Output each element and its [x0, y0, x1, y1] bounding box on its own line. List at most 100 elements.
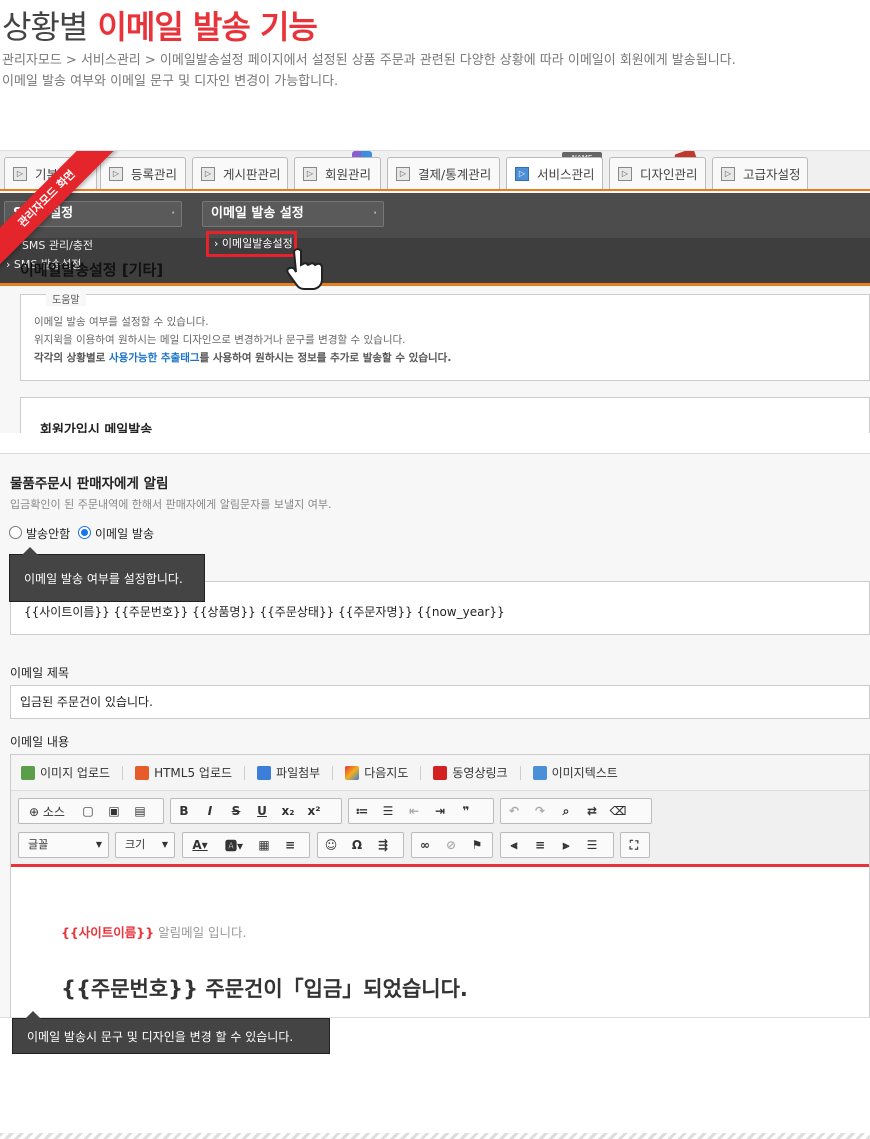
image-upload-label: 이미지 업로드 — [40, 766, 111, 780]
tab-arrow-icon: ▷ — [303, 166, 317, 181]
find-icon[interactable]: ⌕ — [553, 804, 579, 819]
tab-arrow-icon: ▷ — [13, 166, 27, 181]
link-icon[interactable]: ∞ — [412, 838, 438, 852]
anchor-flag-icon[interactable]: ⚑ — [464, 838, 490, 852]
tab-design[interactable]: ▷ 디자인관리 — [609, 157, 706, 189]
redo-icon[interactable]: ↷ — [527, 804, 553, 818]
admin-page-heading: 이메일발송설정 [기타] — [20, 261, 164, 279]
design-tooltip-text: 이메일 발송시 문구 및 디자인을 변경 할 수 있습니다. — [12, 1011, 330, 1054]
tab-arrow-icon: ▷ — [109, 166, 123, 181]
source-button[interactable]: ⊕ 소스 — [19, 803, 75, 820]
tab-label: 서비스관리 — [537, 167, 595, 182]
daum-map-button[interactable]: 다음지도 — [345, 764, 408, 781]
table-icon[interactable]: ▦ — [251, 838, 277, 852]
content-label: 이메일 내용 — [10, 735, 70, 749]
toolbar-group-list: ≔ ☰ ⇤ ⇥ ❞ — [348, 798, 494, 824]
tab-arrow-icon: ▷ — [201, 166, 215, 181]
outdent-icon[interactable]: ⇤ — [401, 804, 427, 818]
help-line-2: 위지윅을 이용하여 원하시는 메일 디자인으로 변경하거나 문구를 변경할 수 … — [34, 334, 406, 346]
toolbar-group-color: A▾ 🅰▾ ▦ ≡ — [182, 832, 310, 858]
blockquote-icon[interactable]: ❞ — [453, 804, 479, 818]
description-line-1: 관리자모드 > 서비스관리 > 이메일발송설정 페이지에서 설정된 상품 주문과… — [2, 53, 736, 68]
file-attach-button[interactable]: 파일첨부 — [257, 764, 320, 781]
underline-icon[interactable]: U — [249, 804, 275, 818]
radio-email-send-label: 이메일 발송 — [95, 527, 155, 541]
tab-register[interactable]: ▷ 등록관리 — [100, 157, 186, 189]
tab-advanced[interactable]: ▷ 고급자설정 — [712, 157, 808, 189]
bottom-divider — [0, 1133, 870, 1139]
template-icon[interactable]: ▤ — [127, 804, 153, 818]
tab-payment[interactable]: ▷ 결제/통계관리 — [387, 157, 500, 189]
radio-email-send[interactable] — [78, 526, 91, 539]
send-tooltip: 이메일 발송 여부를 설정합니다. — [9, 547, 205, 602]
site-name-suffix: 알림메일 입니다. — [154, 925, 247, 940]
subject-input[interactable]: 입금된 주문건이 있습니다. — [10, 685, 870, 719]
description-line-2: 이메일 발송 여부와 이메일 문구 및 디자인 변경이 가능합니다. — [2, 74, 339, 89]
image-upload-button[interactable]: 이미지 업로드 — [21, 764, 110, 781]
tab-arrow-icon: ▷ — [721, 166, 735, 181]
tab-label: 회원관리 — [325, 167, 372, 182]
email-menu-label: 이메일 발송 설정 — [211, 206, 304, 221]
new-page-icon[interactable]: ▢ — [75, 804, 101, 818]
page-break-icon[interactable]: ⇶ — [370, 838, 396, 852]
file-attach-label: 파일첨부 — [276, 766, 321, 780]
undo-icon[interactable]: ↶ — [501, 804, 527, 818]
size-select[interactable]: 크기 ▼ — [115, 832, 175, 858]
unlink-icon[interactable]: ⊘ — [438, 838, 464, 852]
help-line-1: 이메일 발송 여부를 설정할 수 있습니다. — [34, 316, 209, 328]
help-legend: 도움말 — [46, 291, 86, 306]
eraser-icon[interactable]: ⌫ — [605, 804, 631, 818]
help-line-3-pre: 각각의 상황별로 — [34, 352, 109, 364]
editor-toolbar: ⊕ 소스 ▢ ▣ ▤ B I S Ux₂ x² ≔ ☰ ⇤ ⇥ ❞ ↶ ↷ ⌕ ⇄ ⌫ 글꼴 ▼ 크기 ▼ A▾… — [11, 791, 869, 867]
font-select-label: 글꼴 — [28, 838, 49, 851]
tab-board[interactable]: ▷ 게시판관리 — [192, 157, 288, 189]
align-left-icon[interactable]: ⫷ — [501, 838, 527, 853]
tab-label: 등록관리 — [131, 167, 178, 182]
superscript-icon[interactable]: x² — [301, 804, 327, 818]
strike-icon[interactable]: S — [223, 804, 249, 818]
toolbar-group-maximize: ⛶ — [620, 832, 650, 858]
indent-icon[interactable]: ⇥ — [427, 804, 453, 818]
text-color-icon[interactable]: A▾ — [183, 838, 217, 852]
subject-label: 이메일 제목 — [10, 666, 70, 680]
subscript-icon[interactable]: x₂ — [275, 804, 301, 818]
video-link-button[interactable]: 동영상링크 — [433, 764, 508, 781]
extract-tags-link[interactable]: 사용가능한 추출태그 — [109, 352, 200, 364]
numbered-list-icon[interactable]: ≔ — [349, 804, 375, 818]
title-plain: 상황별 — [2, 8, 88, 46]
align-justify-icon[interactable]: ☰ — [579, 838, 605, 852]
pointer-hand-icon — [286, 248, 323, 290]
image-icon — [21, 765, 35, 780]
font-select[interactable]: 글꼴 ▼ — [18, 832, 109, 858]
bg-color-icon[interactable]: 🅰▾ — [217, 837, 251, 854]
align-right-icon[interactable]: ⫸ — [553, 838, 579, 853]
tab-label: 결제/통계관리 — [418, 167, 492, 182]
settings-screenshot: 물품주문시 판매자에게 알림 입금확인이 된 주문내역에 한해서 판매자에게 알… — [0, 453, 870, 1018]
special-char-icon[interactable]: Ω — [344, 838, 370, 852]
replace-icon[interactable]: ⇄ — [579, 804, 605, 818]
bullet-list-icon[interactable]: ☰ — [375, 804, 401, 818]
chevron-down-icon: ▼ — [161, 840, 168, 849]
available-tags: {{사이트이름}} {{주문번호}} {{상품명}} {{주문상태}} {{주문… — [24, 605, 505, 619]
upload-bar: 이미지 업로드 HTML5 업로드 파일첨부 다음지도 동영상링크 이미지텍스트 — [11, 755, 869, 791]
italic-icon[interactable]: I — [197, 804, 223, 818]
settings-subtitle: 입금확인이 된 주문내역에 한해서 판매자에게 알림문자를 보낼지 여부. — [10, 498, 332, 511]
submenu-bar: SMS 설정· 이메일 발송 설정· — [0, 193, 870, 238]
emoji-icon[interactable]: ☺ — [318, 838, 344, 852]
text-image-icon — [532, 765, 547, 780]
radio-no-send[interactable] — [9, 526, 22, 539]
site-name-tag: {{사이트이름}} — [61, 925, 155, 940]
html5-upload-button[interactable]: HTML5 업로드 — [135, 764, 232, 781]
image-text-button[interactable]: 이미지텍스트 — [532, 764, 618, 781]
maximize-icon[interactable]: ⛶ — [621, 838, 647, 853]
tab-label: 고급자설정 — [743, 167, 801, 182]
horizontal-line-icon[interactable]: ≡ — [277, 838, 303, 852]
align-center-icon[interactable]: ≡ — [527, 838, 553, 852]
tab-service[interactable]: ▷ 서비스관리 — [506, 157, 603, 189]
tab-arrow-icon: ▷ — [396, 166, 410, 181]
email-menu[interactable]: 이메일 발송 설정 · — [202, 201, 384, 227]
tab-members[interactable]: ▷ 회원관리 — [294, 157, 381, 189]
bold-icon[interactable]: B — [171, 804, 197, 818]
sms-manage-link[interactable]: › SMS 관리/충전 — [14, 237, 93, 253]
preview-icon[interactable]: ▣ — [101, 804, 127, 818]
